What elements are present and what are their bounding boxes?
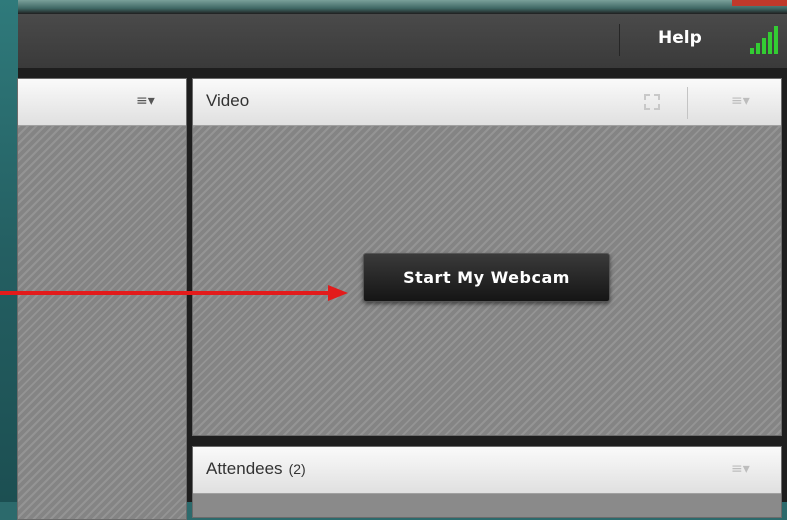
attendees-pod: Attendees (2) ≡▾ <box>192 446 782 518</box>
annotation-arrow-icon <box>0 285 348 301</box>
pod-menu-icon[interactable]: ≡▾ <box>136 93 155 109</box>
app-menu-bar: Help <box>18 14 787 69</box>
header-separator <box>687 87 688 119</box>
help-menu[interactable]: Help <box>658 28 702 48</box>
left-pod-body <box>18 126 186 519</box>
attendees-count: (2) <box>288 461 306 477</box>
desktop-background <box>0 0 18 502</box>
attendees-pod-header[interactable]: Attendees (2) ≡▾ <box>193 447 781 494</box>
menu-bar-divider <box>619 24 620 56</box>
pod-menu-icon[interactable]: ≡▾ <box>731 461 750 477</box>
attendees-pod-title: Attendees (2) <box>206 459 306 479</box>
left-pod-header: ≡▾ <box>18 79 186 126</box>
connection-signal-icon[interactable] <box>748 26 782 54</box>
pod-menu-icon[interactable]: ≡▾ <box>731 93 750 109</box>
window-top-strip <box>18 0 787 14</box>
window-accent-corner <box>732 0 787 6</box>
video-pod-title: Video <box>206 91 250 110</box>
video-pod: Video ≡▾ Start My Webcam <box>192 78 782 436</box>
fullscreen-icon[interactable] <box>643 93 661 111</box>
video-pod-header: Video ≡▾ <box>193 79 781 126</box>
attendees-title-text: Attendees <box>206 459 283 478</box>
video-pod-body: Start My Webcam <box>193 126 781 435</box>
